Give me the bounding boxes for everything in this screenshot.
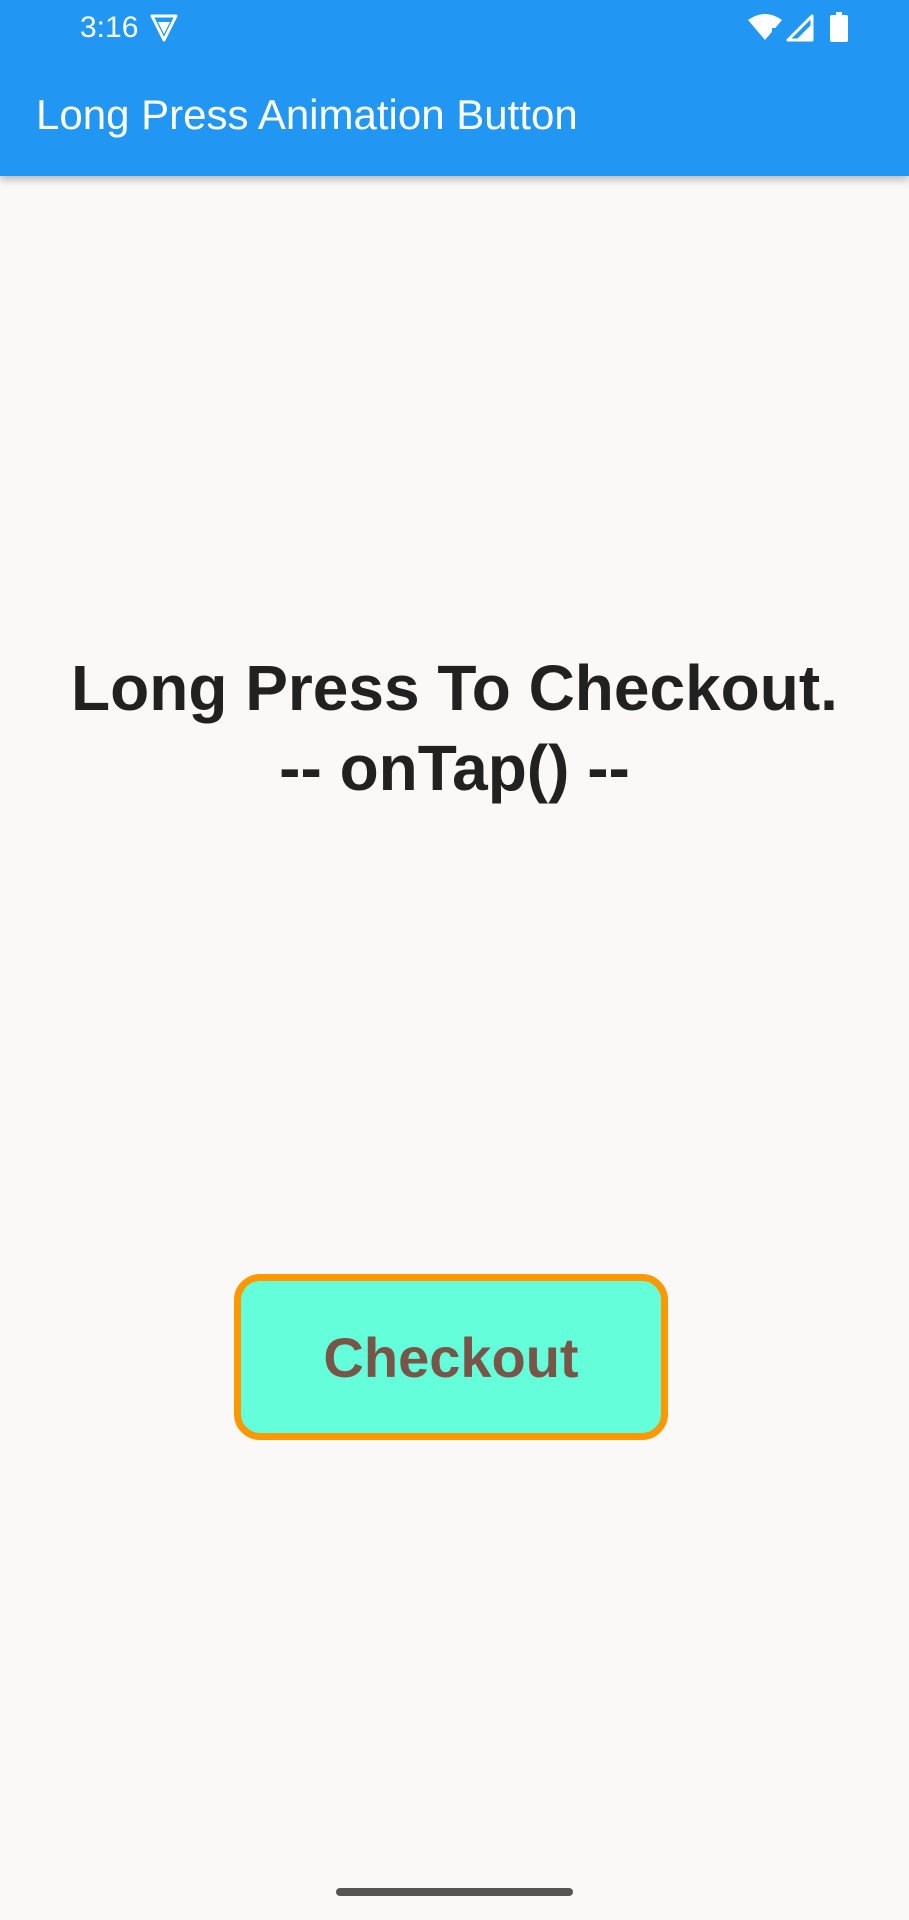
checkout-button[interactable]: Checkout <box>234 1274 668 1440</box>
status-time: 3:16 <box>80 11 139 44</box>
home-gesture-bar[interactable] <box>336 1888 573 1896</box>
screen: 3:16 Long Press Animation Button Long Pr… <box>0 0 909 1920</box>
app-bar: 3:16 Long Press Animation Button <box>0 0 909 176</box>
wifi-icon <box>748 14 782 41</box>
battery-icon <box>830 12 848 42</box>
message-line-2: -- onTap() -- <box>279 732 630 804</box>
status-bar: 3:16 <box>0 0 909 56</box>
cell-signal-icon <box>786 14 814 42</box>
vpn-shield-icon <box>150 14 178 42</box>
checkout-button-label: Checkout <box>323 1325 579 1389</box>
message-line-1: Long Press To Checkout. <box>71 652 838 724</box>
app-bar-title: Long Press Animation Button <box>36 91 578 138</box>
instruction-message: Long Press To Checkout. -- onTap() -- <box>0 648 909 808</box>
